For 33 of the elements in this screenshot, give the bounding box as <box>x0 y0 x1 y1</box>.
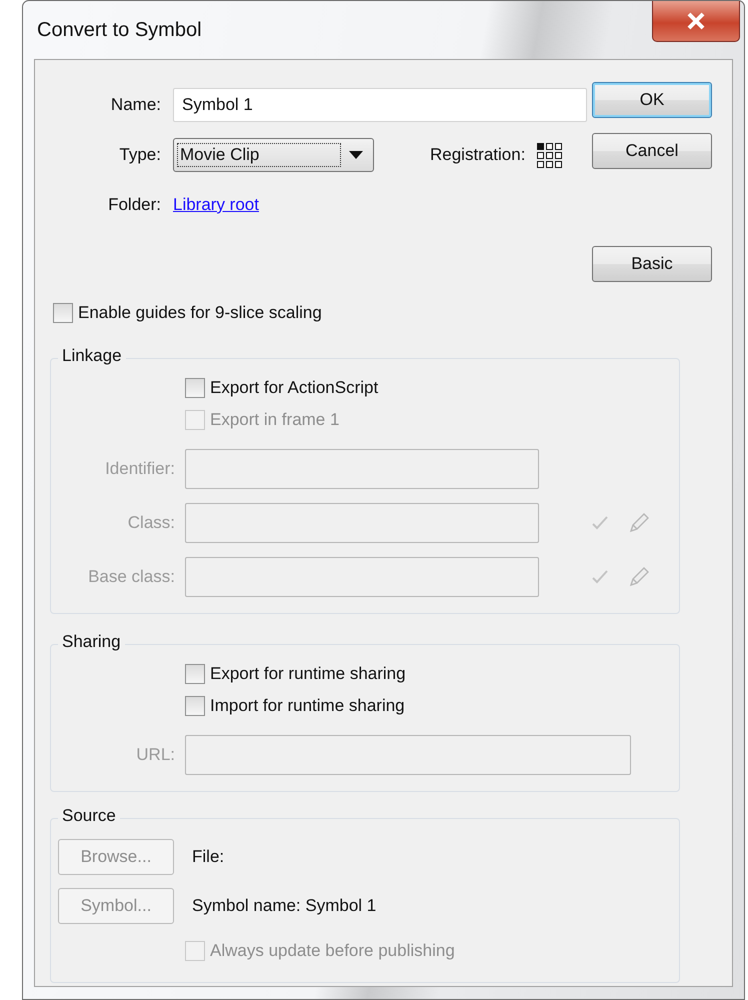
source-info: Symbol name: Symbol 1 <box>192 896 376 916</box>
group-title: Linkage <box>58 346 126 366</box>
field-label: Type: <box>118 145 161 165</box>
field-label: Name: <box>110 95 161 115</box>
checkbox-label: Import for runtime sharing <box>210 696 405 716</box>
dialog-button[interactable]: Basic <box>592 246 712 282</box>
registration-label: Registration: <box>430 145 526 165</box>
checkbox[interactable] <box>185 696 205 716</box>
close-icon <box>686 12 706 30</box>
field-label: Folder: <box>107 195 161 215</box>
field-label: Base class: <box>87 567 175 587</box>
type-dropdown[interactable]: Movie Clip <box>173 138 374 172</box>
dropdown-arrow-icon <box>349 151 363 159</box>
folder-link[interactable]: Library root <box>173 195 259 215</box>
checkbox-label: Export in frame 1 <box>210 410 340 430</box>
dialog-button[interactable]: Cancel <box>592 133 712 169</box>
field-label: URL: <box>135 745 175 765</box>
window-title: Convert to Symbol <box>36 18 202 42</box>
checkbox-label: Export for runtime sharing <box>210 664 406 684</box>
checkbox[interactable] <box>185 378 205 398</box>
field-label: Class: <box>126 513 175 533</box>
dialog-button[interactable]: OK <box>592 82 712 118</box>
registration-grid[interactable] <box>537 142 562 168</box>
checkbox-label: Export for ActionScript <box>210 378 378 398</box>
checkbox-label: Always update before publishing <box>210 941 455 961</box>
checkbox[interactable] <box>53 303 73 323</box>
field-label: Identifier: <box>104 459 175 479</box>
checkbox[interactable] <box>185 664 205 684</box>
group-title: Sharing <box>58 632 125 652</box>
close-button[interactable] <box>652 1 740 42</box>
name-field[interactable]: Symbol 1 <box>173 88 587 122</box>
source-info: File: <box>192 847 224 867</box>
checkbox-label: Enable guides for 9-slice scaling <box>78 303 322 323</box>
